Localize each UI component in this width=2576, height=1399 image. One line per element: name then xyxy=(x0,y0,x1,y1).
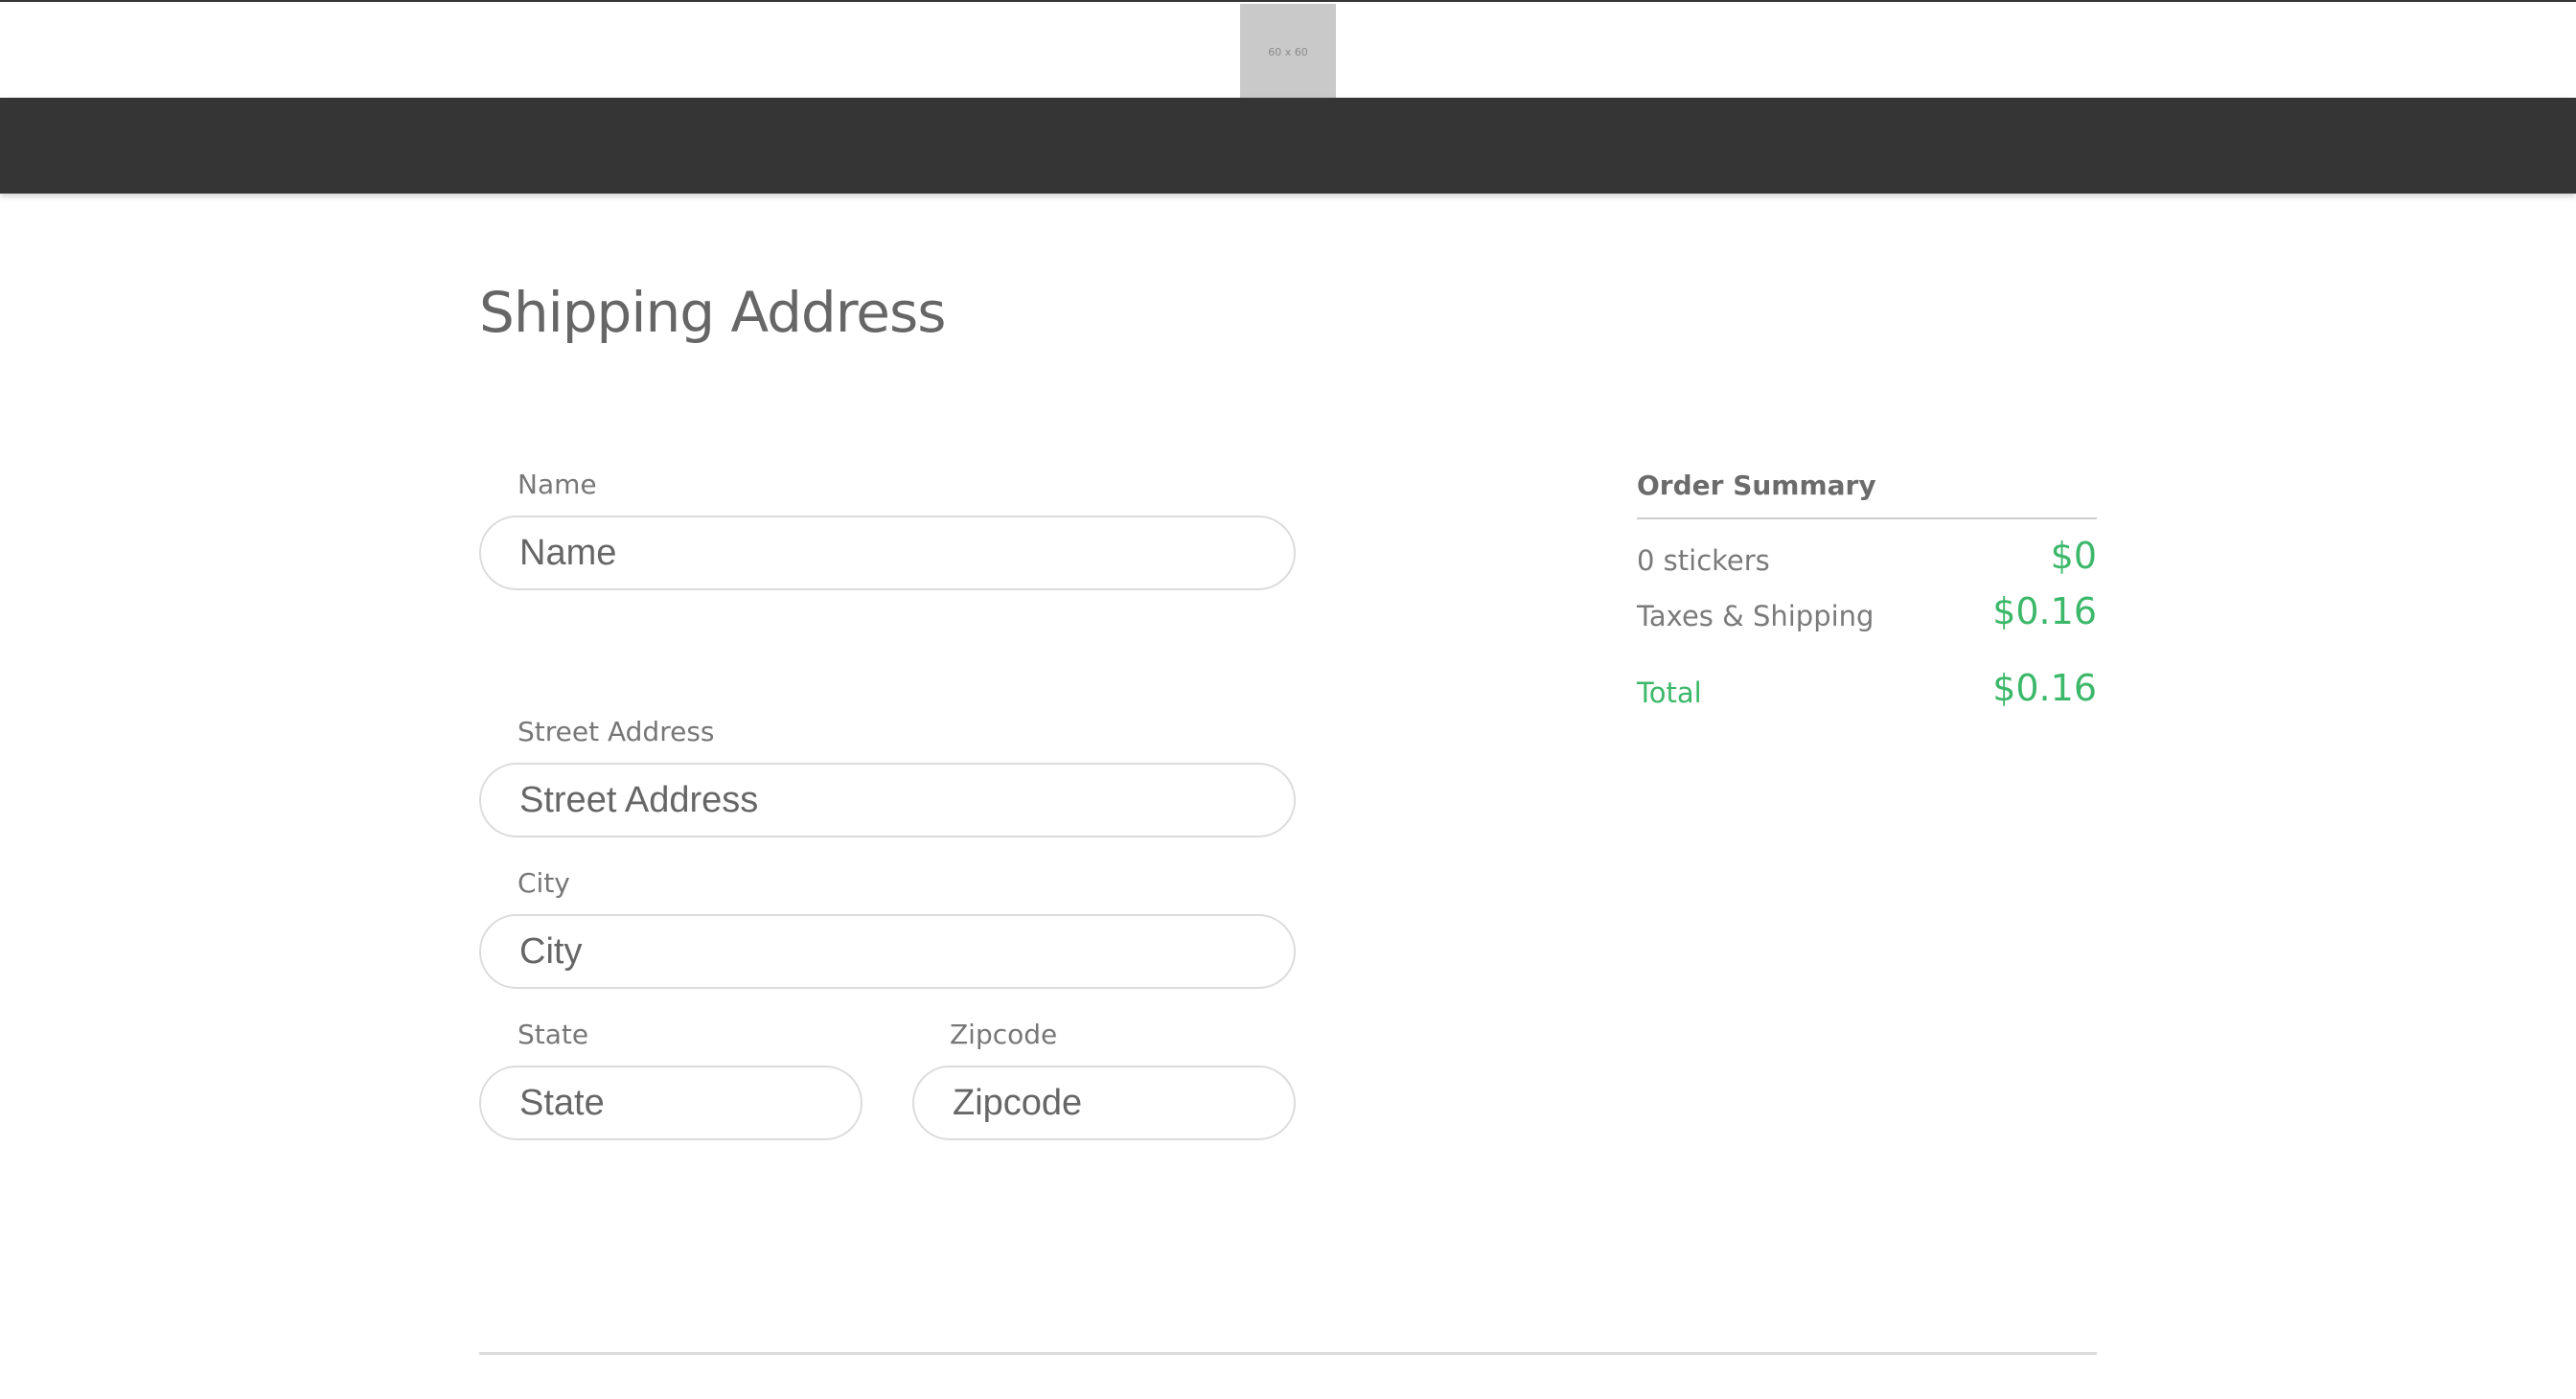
total-value: $0.16 xyxy=(1992,667,2097,709)
page-title: Shipping Address xyxy=(479,280,946,345)
order-summary: Order Summary 0 stickers $0 Taxes & Ship… xyxy=(1637,464,2097,721)
city-input[interactable] xyxy=(479,914,1296,989)
city-label: City xyxy=(518,867,570,899)
summary-row-stickers: 0 stickers $0 xyxy=(1637,533,2097,588)
stickers-subtotal-value: $0 xyxy=(2050,535,2097,577)
total-label: Total xyxy=(1637,677,1702,709)
street-address-input[interactable] xyxy=(479,763,1296,837)
summary-row-taxes-shipping: Taxes & Shipping $0.16 xyxy=(1637,588,2097,644)
name-label: Name xyxy=(518,469,597,500)
logo-placeholder-image[interactable]: 60 x 60 xyxy=(1240,4,1336,100)
order-summary-title: Order Summary xyxy=(1637,464,2097,519)
state-label: State xyxy=(518,1019,589,1050)
zipcode-label: Zipcode xyxy=(950,1019,1058,1050)
navigation-bar xyxy=(0,98,2576,194)
street-address-label: Street Address xyxy=(518,716,715,747)
taxes-shipping-value: $0.16 xyxy=(1992,590,2097,632)
name-input[interactable] xyxy=(479,516,1296,590)
logo-placeholder-text: 60 x 60 xyxy=(1268,45,1308,58)
taxes-shipping-label: Taxes & Shipping xyxy=(1637,600,1874,632)
stickers-count-label: 0 stickers xyxy=(1637,544,1770,577)
bottom-divider xyxy=(479,1352,2097,1355)
summary-row-total: Total $0.16 xyxy=(1637,665,2097,721)
zipcode-input[interactable] xyxy=(912,1066,1296,1140)
top-header: 60 x 60 xyxy=(0,0,2576,100)
state-input[interactable] xyxy=(479,1066,862,1140)
